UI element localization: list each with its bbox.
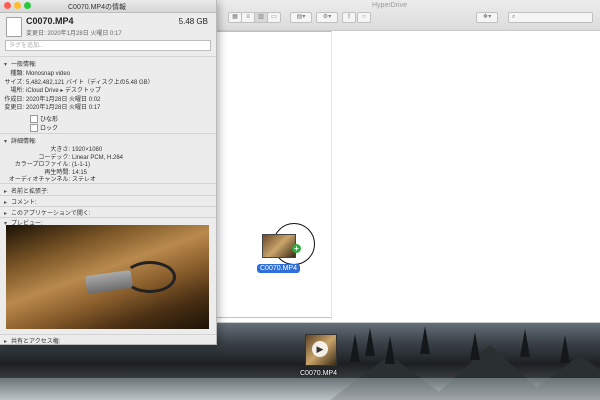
info-row-key: 変更日: (4, 105, 24, 111)
play-icon: ▶ (312, 341, 328, 357)
info-row-value: 2020年1月28日 火曜日 0:17 (26, 105, 101, 111)
preview-image (6, 225, 209, 329)
get-info-window: C0070.MP4の情報 C0070.MP4 5.48 GB 変更日: 2020… (0, 0, 217, 345)
minimize-window-button[interactable] (14, 2, 21, 9)
finder-title: HyperDrive (372, 2, 408, 9)
file-modified: 変更日: 2020年1月28日 火曜日 0:17 (26, 31, 122, 37)
zoom-window-button[interactable] (24, 2, 31, 9)
close-window-button[interactable] (4, 2, 11, 9)
info-row: 変更日: 2020年1月28日 火曜日 0:17 (4, 102, 100, 111)
disclosure-closed-icon: ▸ (4, 189, 8, 195)
disclosure-closed-icon: ▸ (4, 211, 8, 217)
action-button[interactable]: ⚙▾ (316, 12, 338, 23)
search-button[interactable]: ⌕ (508, 12, 593, 23)
section-sharing-label: 共有とアクセス権: (11, 339, 61, 345)
tags-button[interactable]: ○ (357, 12, 371, 23)
info-row-key: オーディオチャンネル: (8, 177, 70, 183)
file-icon (6, 17, 22, 37)
section-sharing[interactable]: ▸ 共有とアクセス権: (4, 336, 60, 345)
file-name: C0070.MP4 (26, 16, 74, 26)
section-open-with[interactable]: ▸ このアプリケーションで開く: (4, 208, 91, 217)
info-window-title: C0070.MP4の情報 (68, 4, 126, 11)
finder-column-pane[interactable] (215, 31, 332, 318)
disclosure-open-icon: ▾ (4, 62, 8, 68)
share-button[interactable]: ⇪ (342, 12, 356, 23)
plus-icon: + (292, 244, 301, 253)
stationery-label: ひな形 (40, 117, 59, 123)
group-button[interactable]: ▤▾ (290, 12, 312, 23)
locked-checkbox[interactable] (30, 124, 38, 132)
section-comments[interactable]: ▸ コメント: (4, 197, 37, 206)
stationery-checkbox[interactable] (30, 115, 38, 123)
locked-label: ロック (40, 126, 59, 132)
view-list-button[interactable]: ≡ (241, 12, 255, 23)
view-icons-button[interactable]: ▦ (228, 12, 242, 23)
dropbox-button[interactable]: ❖▾ (476, 12, 498, 23)
info-row: オーディオチャンネル: ステレオ (4, 174, 96, 183)
desktop-file-label[interactable]: C0070.MP4 (300, 370, 337, 377)
info-titlebar: C0070.MP4の情報 (0, 0, 216, 13)
dropbox-icon: ❖ (482, 14, 489, 20)
view-columns-button[interactable]: ▥ (254, 12, 268, 23)
column-divider[interactable] (331, 31, 332, 320)
dragged-file-label[interactable]: C0070.MP4 (257, 264, 300, 273)
share-icon: ⇪ (346, 14, 352, 20)
section-name-extension[interactable]: ▸ 名前と拡張子: (4, 186, 49, 195)
dragged-file-thumbnail[interactable] (262, 234, 296, 258)
view-gallery-button[interactable]: ▭ (267, 12, 281, 23)
disclosure-closed-icon: ▸ (4, 200, 8, 206)
file-size: 5.48 GB (178, 17, 208, 26)
gear-icon: ⚙ (322, 14, 329, 20)
search-icon: ⌕ (512, 14, 516, 20)
disclosure-closed-icon: ▸ (4, 339, 8, 345)
tags-input[interactable]: タグを追加... (5, 40, 211, 51)
section-general[interactable]: ▾ 一般情報: (4, 59, 37, 68)
